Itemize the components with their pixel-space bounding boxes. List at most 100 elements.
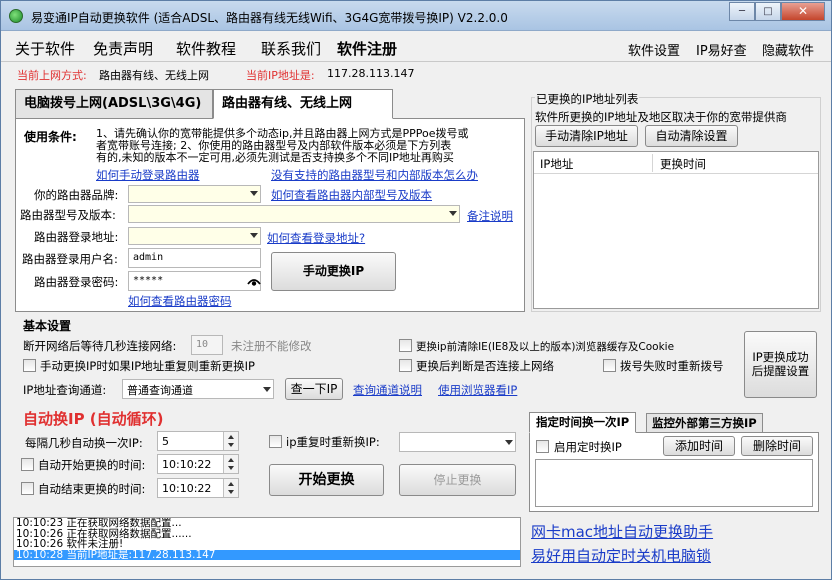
column-ip[interactable]: IP地址 <box>540 156 573 172</box>
ip-history-list[interactable]: IP地址 更换时间 <box>533 151 819 309</box>
list-header: IP地址 更换时间 <box>534 152 818 174</box>
password-value: ***** <box>133 275 164 286</box>
model-select[interactable] <box>128 205 460 223</box>
redial-checkbox[interactable] <box>603 359 616 372</box>
brand-select[interactable] <box>128 185 261 203</box>
menu-contact[interactable]: 联系我们 <box>261 38 321 59</box>
repeat-checkbox[interactable] <box>269 435 282 448</box>
app-icon <box>9 9 23 23</box>
menu-register[interactable]: 软件注册 <box>337 38 397 59</box>
chevron-down-icon <box>250 191 258 196</box>
notify-settings-button[interactable]: IP更换成功 后提醒设置 <box>744 331 817 398</box>
model-label: 路由器型号及版本: <box>20 208 116 222</box>
column-divider <box>652 154 653 172</box>
menu-disclaimer[interactable]: 免责声明 <box>93 38 153 59</box>
log-console[interactable]: 10:10:23 正在获取网络数据配置... 10:10:26 正在获取网络数据… <box>13 517 521 567</box>
link-view-model[interactable]: 如何查看路由器内部型号及版本 <box>271 187 432 203</box>
interval-spinner[interactable]: 5 <box>157 431 239 451</box>
menu-settings[interactable]: 软件设置 <box>628 40 680 59</box>
link-manual-login[interactable]: 如何手动登录路由器 <box>96 167 200 183</box>
tab-router[interactable]: 路由器有线、无线上网 <box>213 89 393 119</box>
wait-seconds-value: 10 <box>196 339 209 350</box>
tab-scheduled[interactable]: 指定时间换一次IP <box>529 412 637 433</box>
interval-label: 每隔几秒自动换一次IP: <box>25 436 143 450</box>
manual-change-ip-button[interactable]: 手动更换IP <box>271 252 396 291</box>
history-title: 已更换的IP地址列表 <box>535 91 640 107</box>
link-mac-changer[interactable]: 网卡mac地址自动更换助手 <box>531 521 713 542</box>
delete-time-button[interactable]: 删除时间 <box>741 436 813 456</box>
query-channel-select[interactable]: 普通查询通道 <box>122 379 274 399</box>
manual-repeat-checkbox[interactable] <box>23 359 36 372</box>
start-time-label: 自动开始更换的时间: <box>38 458 146 472</box>
link-unsupported-router[interactable]: 没有支持的路由器型号和内部版本怎么办 <box>271 167 478 183</box>
mode-label: 当前上网方式: <box>17 69 87 82</box>
wait-note: 未注册不能修改 <box>231 339 312 353</box>
menu-tutorial[interactable]: 软件教程 <box>176 38 236 59</box>
auto-clear-settings-button[interactable]: 自动清除设置 <box>645 125 738 147</box>
clear-ip-button[interactable]: 手动清除IP地址 <box>535 125 638 147</box>
column-time[interactable]: 更换时间 <box>660 156 706 172</box>
tab-dialup[interactable]: 电脑拨号上网(ADSL\3G\4G) <box>15 89 213 119</box>
history-subtitle: 软件所更换的IP地址及地区取决于你的宽带提供商 <box>535 110 787 124</box>
chevron-down-icon <box>250 233 258 238</box>
check-connected-checkbox[interactable] <box>399 359 412 372</box>
start-change-button[interactable]: 开始更换 <box>269 464 384 496</box>
password-label: 路由器登录密码: <box>34 275 119 289</box>
auto-start-checkbox[interactable] <box>21 458 34 471</box>
link-query-help[interactable]: 查询通道说明 <box>353 382 422 398</box>
address-label: 路由器登录地址: <box>34 230 119 244</box>
manual-repeat-label: 手动更换IP时如果IP地址重复则重新更换IP <box>40 359 255 373</box>
spinner-arrows[interactable] <box>223 479 238 497</box>
spinner-arrows[interactable] <box>223 432 238 450</box>
mode-value: 路由器有线、无线上网 <box>99 69 209 82</box>
link-browser-ip[interactable]: 使用浏览器看IP <box>438 382 517 398</box>
check-connected-label: 更换后判断是否连接上网络 <box>416 359 554 373</box>
menu-about[interactable]: 关于软件 <box>15 38 75 59</box>
schedule-time-list[interactable] <box>535 459 813 507</box>
tab-monitor[interactable]: 监控外部第三方换IP <box>646 413 763 433</box>
menu-hide[interactable]: 隐藏软件 <box>762 40 814 59</box>
query-ip-button[interactable]: 查一下IP <box>285 378 343 400</box>
spinner-arrows[interactable] <box>223 455 238 473</box>
brand-label: 你的路由器品牌: <box>34 188 119 202</box>
link-auto-shutdown[interactable]: 易好用自动定时关机电脑锁 <box>531 545 711 566</box>
wait-seconds-input: 10 <box>191 335 223 355</box>
repeat-select[interactable] <box>399 432 516 452</box>
minimize-button[interactable]: ─ <box>729 2 755 21</box>
title-bar: 易变通IP自动更换软件 (适合ADSL、路由器有线无线Wifi、3G4G宽带拨号… <box>1 1 831 31</box>
menu-ip-check[interactable]: IP易好查 <box>696 40 747 59</box>
start-time-spinner[interactable]: 10:10:22 <box>157 454 239 474</box>
ip-label: 当前IP地址是: <box>246 69 315 82</box>
clear-ie-checkbox[interactable] <box>399 339 412 352</box>
end-time-value: 10:10:22 <box>162 482 212 495</box>
link-note[interactable]: 备注说明 <box>467 208 513 224</box>
password-input[interactable]: ***** <box>128 271 261 291</box>
basic-settings-title: 基本设置 <box>23 319 72 333</box>
stop-change-button[interactable]: 停止更换 <box>399 464 516 496</box>
notify-line-2: 后提醒设置 <box>751 364 810 378</box>
end-time-label: 自动结束更换的时间: <box>38 482 146 496</box>
add-time-button[interactable]: 添加时间 <box>663 436 735 456</box>
wait-label: 断开网络后等待几秒连接网络: <box>23 339 177 353</box>
address-select[interactable] <box>128 227 261 245</box>
conditions-label: 使用条件: <box>24 130 77 144</box>
close-button[interactable]: ✕ <box>781 2 825 21</box>
scheduled-enable-checkbox[interactable] <box>536 440 549 453</box>
eye-icon[interactable] <box>247 278 261 286</box>
start-time-value: 10:10:22 <box>162 458 212 471</box>
maximize-button[interactable]: □ <box>755 2 781 21</box>
end-time-spinner[interactable]: 10:10:22 <box>157 478 239 498</box>
username-label: 路由器登录用户名: <box>22 252 118 266</box>
chevron-down-icon <box>263 387 271 392</box>
link-view-address[interactable]: 如何查看登录地址? <box>267 230 365 246</box>
username-value: admin <box>133 252 164 263</box>
menu-bar: 关于软件 免责声明 软件教程 联系我们 软件注册 软件设置 IP易好查 隐藏软件 <box>1 32 831 62</box>
auto-end-checkbox[interactable] <box>21 482 34 495</box>
window-title: 易变通IP自动更换软件 (适合ADSL、路由器有线无线Wifi、3G4G宽带拨号… <box>31 11 508 25</box>
ip-value: 117.28.113.147 <box>327 67 415 80</box>
username-input[interactable]: admin <box>128 248 261 268</box>
interval-value: 5 <box>162 435 169 448</box>
query-channel-label: IP地址查询通道: <box>23 383 107 397</box>
link-view-password[interactable]: 如何查看路由器密码 <box>128 293 232 309</box>
chevron-down-icon <box>449 211 457 216</box>
